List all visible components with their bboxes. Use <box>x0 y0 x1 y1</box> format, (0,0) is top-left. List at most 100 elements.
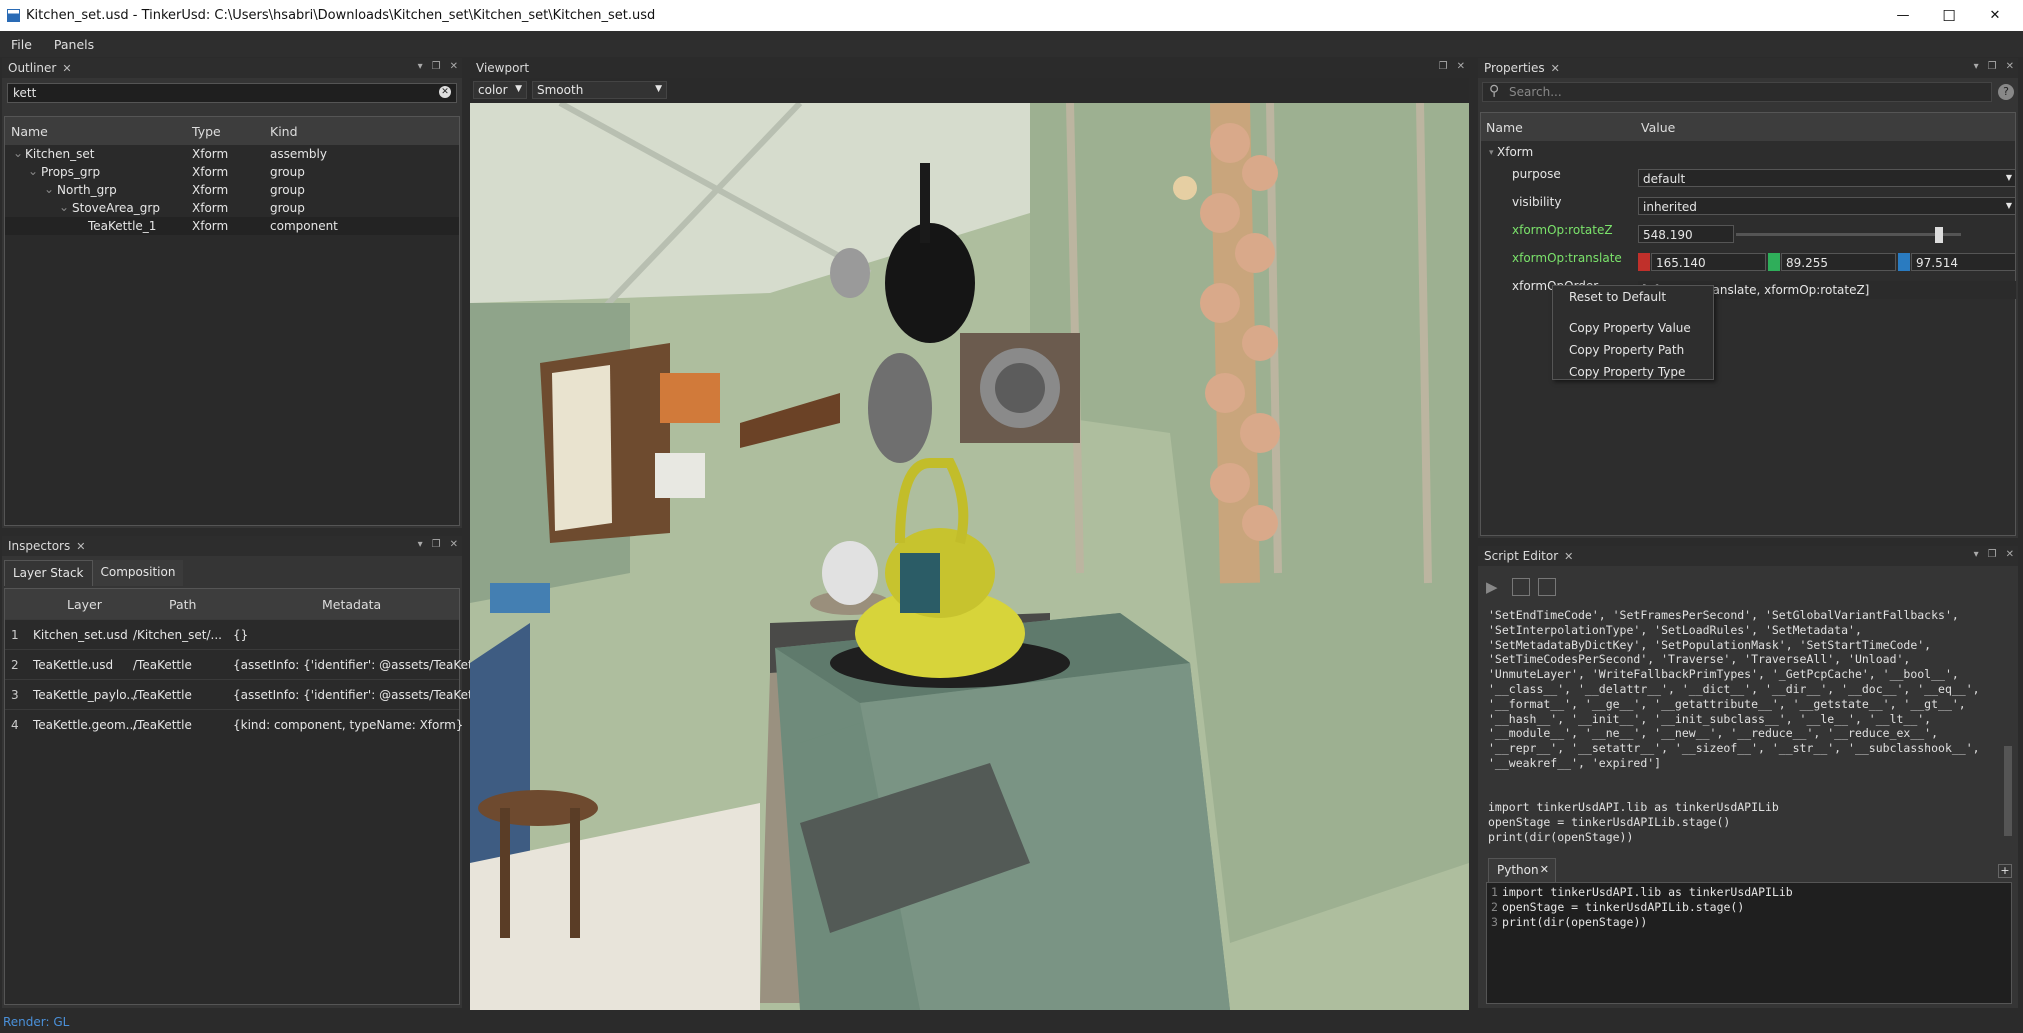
help-icon[interactable]: ? <box>1998 84 2014 100</box>
expand-icon: ⌄ <box>13 146 24 160</box>
properties-table: Name Value ▾ Xform purpose default ▼ visi… <box>1480 112 2016 536</box>
row-number: 1 <box>11 628 19 642</box>
close-icon[interactable]: ✕ <box>62 62 71 75</box>
chevron-down-icon: ▼ <box>2005 201 2012 210</box>
minimize-button[interactable]: — <box>1880 0 1926 31</box>
close-window-button[interactable]: ✕ <box>1972 0 2018 31</box>
column-metadata[interactable]: Metadata <box>322 597 381 612</box>
prop-visibility: visibility <box>1512 195 1562 209</box>
menu-reset-to-default[interactable]: Reset to Default <box>1569 290 1666 304</box>
cell-metadata: {assetInfo: {'identifier': @assets/TeaKe… <box>233 658 500 672</box>
run-icon[interactable]: ▶ <box>1486 578 1504 596</box>
output-line: 'SetTimeCodesPerSecond', 'Traverse', 'Tr… <box>1488 652 1911 667</box>
output-line: 'UnmuteLayer', 'WriteFallbackPrimTypes',… <box>1488 667 1959 682</box>
translate-x-input[interactable]: 165.140 <box>1651 253 1766 271</box>
status-text: Render: GL <box>3 1015 70 1029</box>
translate-y-input[interactable]: 89.255 <box>1781 253 1896 271</box>
menu-panels[interactable]: Panels <box>43 37 105 52</box>
script-input[interactable]: 1 import tinkerUsdAPI.lib as tinkerUsdAPI… <box>1486 882 2012 1004</box>
output-line: '__class__', '__delattr__', '__dict__', … <box>1488 681 1980 696</box>
chevron-down-icon: ▼ <box>655 84 662 94</box>
code-line: 2 openStage = tinkerUsdAPILib.stage() <box>1491 900 2007 915</box>
translate-z-input[interactable]: 97.514 <box>1911 253 2016 271</box>
table-row[interactable]: 4 TeaKettle.geom..../TeaKettle {kind: comp… <box>5 709 463 739</box>
clear-search-icon[interactable]: ✕ <box>439 86 451 98</box>
close-icon[interactable]: ✕ <box>76 540 85 553</box>
add-tab-icon[interactable]: + <box>1998 864 2012 878</box>
expand-icon: ⌄ <box>28 164 39 178</box>
menu-copy-property-path[interactable]: Copy Property Path <box>1569 343 1684 357</box>
tab-python[interactable]: Python ✕ <box>1488 858 1556 882</box>
table-row[interactable]: 2 TeaKettle.usd/TeaKettle {assetInfo: {'id… <box>5 649 500 679</box>
cell-layer: TeaKettle_paylo... <box>33 688 138 702</box>
tree-row[interactable]: ⌄ Kitchen_set Xform assembly <box>5 145 459 163</box>
output-line: openStage = tinkerUsdAPILib.stage() <box>1488 815 1731 830</box>
column-type[interactable]: Type <box>192 124 221 139</box>
table-row[interactable]: 3 TeaKettle_paylo.../TeaKettle {assetInfo:… <box>5 679 500 709</box>
tree-row[interactable]: ⌄ StoveArea_grp Xform group <box>5 199 459 217</box>
tab-composition[interactable]: Composition <box>92 560 184 586</box>
maximize-button[interactable]: ☐ <box>1926 0 1972 31</box>
output-line: print(dir(openStage)) <box>1488 829 1634 844</box>
output-line: '__repr__', '__setattr__', '__sizeof__',… <box>1488 741 1980 756</box>
dock-buttons[interactable]: ▾ ❐ ✕ <box>418 539 458 550</box>
column-value[interactable]: Value <box>1641 120 1675 135</box>
tree-row[interactable]: ⌄ Props_grp Xform group <box>5 163 459 181</box>
inspectors-title: Inspectors <box>8 539 71 553</box>
output-line: 'SetInterpolationType', 'SetLoadRules', … <box>1488 622 1862 637</box>
cell-path: /Kitchen_set/... <box>133 628 222 642</box>
close-icon[interactable]: ✕ <box>1564 550 1573 563</box>
menu-copy-property-type[interactable]: Copy Property Type <box>1569 365 1685 379</box>
code-line: 3 print(dir(openStage)) <box>1491 915 2007 930</box>
column-path[interactable]: Path <box>169 597 196 612</box>
column-name[interactable]: Name <box>1486 120 1523 135</box>
clear-output-icon[interactable] <box>1512 578 1530 596</box>
rotatez-slider-handle[interactable] <box>1934 227 1943 243</box>
output-line: '__module__', '__ne__', '__new__', '__re… <box>1488 726 1939 741</box>
table-row[interactable]: 1 Kitchen_set.usd/Kitchen_set/... {} <box>5 619 459 649</box>
tab-layer-stack[interactable]: Layer Stack <box>4 560 93 586</box>
viewport-header: Viewport ❐ ✕ <box>470 58 1469 78</box>
z-axis-swatch <box>1898 253 1910 271</box>
dock-buttons[interactable]: ▾ ❐ ✕ <box>418 61 458 72</box>
rotatez-input[interactable]: 548.190 <box>1638 225 1734 243</box>
inspectors-tabs: Layer Stack Composition <box>4 560 184 586</box>
purpose-select[interactable]: default ▼ <box>1638 169 2016 187</box>
clear-input-icon[interactable] <box>1538 578 1556 596</box>
cell-layer: Kitchen_set.usd <box>33 628 128 642</box>
tree-row[interactable]: ⌄ North_grp Xform group <box>5 181 459 199</box>
menu-copy-property-value[interactable]: Copy Property Value <box>1569 321 1691 335</box>
y-axis-swatch <box>1768 253 1780 271</box>
context-menu: Reset to Default Copy Property Value Cop… <box>1552 285 1714 380</box>
viewport-canvas[interactable] <box>470 103 1469 1010</box>
chevron-down-icon: ▼ <box>515 84 522 94</box>
expand-icon: ⌄ <box>44 182 55 196</box>
output-line: '__hash__', '__init__', '__init_subclass… <box>1488 711 1932 726</box>
tree-row-selected[interactable]: TeaKettle_1 Xform component <box>5 217 459 235</box>
render-mode-select[interactable]: color ▼ <box>473 81 527 99</box>
output-line: 'SetMetadataByDictKey', 'SetPopulationMa… <box>1488 637 1932 652</box>
inspectors-panel: Inspectors ✕ ▾ ❐ ✕ Layer Stack Composition … <box>2 536 500 1008</box>
shading-select[interactable]: Smooth ▼ <box>532 81 667 99</box>
column-layer[interactable]: Layer <box>67 597 102 612</box>
prop-purpose: purpose <box>1512 167 1561 181</box>
window-title: Kitchen_set.usd - TinkerUsd: C:\Users\hs… <box>26 8 656 23</box>
properties-search-input[interactable]: ⚲ Search... <box>1482 82 1992 102</box>
column-name[interactable]: Name <box>11 124 48 139</box>
table-body: 1 Kitchen_set.usd/Kitchen_set/... {} 2 TeaKe… <box>5 619 500 739</box>
float-icon: ❐ <box>431 61 441 72</box>
output-scrollbar[interactable] <box>2004 746 2012 836</box>
script-output[interactable]: 'SetEndTimeCode', 'SetFramesPerSecond', … <box>1488 608 1998 848</box>
expand-icon[interactable]: ▾ <box>1489 148 1494 158</box>
column-kind[interactable]: Kind <box>270 124 298 139</box>
title-bar: Kitchen_set.usd - TinkerUsd: C:\Users\hs… <box>0 0 2023 31</box>
cell-path: /TeaKettle <box>133 658 192 672</box>
rotatez-slider-track[interactable] <box>1736 233 1961 236</box>
search-icon: ⚲ <box>1489 83 1500 99</box>
outliner-search-input[interactable]: kett ✕ <box>7 83 457 103</box>
close-tab-icon: ✕ <box>1539 863 1549 876</box>
close-icon[interactable]: ✕ <box>1551 62 1560 75</box>
visibility-select[interactable]: inherited ▼ <box>1638 197 2016 215</box>
menu-file[interactable]: File <box>0 37 43 52</box>
